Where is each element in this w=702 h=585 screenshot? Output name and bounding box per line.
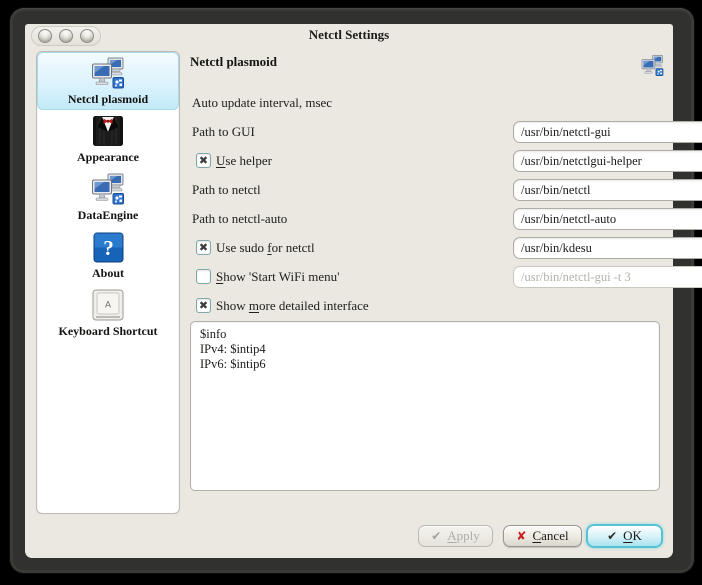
helper-path-input[interactable]: /usr/bin/netctlgui-helper <box>513 150 702 172</box>
sidebar-item-label: About <box>92 266 124 281</box>
cancel-button[interactable]: ✘ Cancel <box>503 525 582 547</box>
dialog-content: Netctl Settings Netctl plasmoid <box>25 24 673 558</box>
checkbox-label: Show 'Start WiFi menu' <box>216 266 339 288</box>
page-title: Netctl plasmoid <box>190 54 277 70</box>
form-row-path-netctl-auto: Path to netctl-auto /usr/bin/netctl-auto… <box>190 208 662 230</box>
checkbox-label: Use helper <box>216 150 272 172</box>
show-wifi-menu-checkbox[interactable]: ✖ <box>196 269 211 284</box>
form-row-detailed-interface: ✖ Show more detailed interface <box>190 295 662 317</box>
sidebar-item-keyboard-shortcut[interactable]: A Keyboard Shortcut <box>37 284 179 342</box>
sidebar-item-label: Keyboard Shortcut <box>59 324 158 339</box>
sidebar-item-label: Appearance <box>77 150 139 165</box>
checkbox-label: Show more detailed interface <box>216 295 369 317</box>
interface-template-textarea[interactable]: $info IPv4: $intip4 IPv6: $intip6 <box>190 321 660 491</box>
wifi-command-input: /usr/bin/netctl-gui -t 3 <box>513 266 702 288</box>
red-x-icon: ✘ <box>516 529 526 543</box>
dialog-window: Netctl Settings Netctl plasmoid <box>10 8 694 573</box>
svg-text:A: A <box>105 300 111 310</box>
titlebar[interactable]: Netctl Settings <box>25 24 673 48</box>
use-sudo-checkbox[interactable]: ✖ <box>196 240 211 255</box>
path-to-gui-input[interactable]: /usr/bin/netctl-gui <box>513 121 702 143</box>
network-computers-icon <box>90 171 126 207</box>
keyboard-key-icon: A <box>90 287 126 323</box>
netctl-auto-path-input[interactable]: /usr/bin/netctl-auto <box>513 208 702 230</box>
checkmark-icon: ✔ <box>607 529 617 543</box>
sudo-path-input[interactable]: /usr/bin/kdesu <box>513 237 702 259</box>
form-row-use-helper: ✖ Use helper /usr/bin/netctlgui-helper B… <box>190 150 662 172</box>
window-title: Netctl Settings <box>25 27 673 43</box>
checkbox-label: Use sudo for netctl <box>216 237 315 259</box>
show-detailed-checkbox[interactable]: ✖ <box>196 298 211 313</box>
field-label: Auto update interval, msec <box>192 92 332 114</box>
apply-button: ✔ Apply <box>418 525 493 547</box>
svg-text:?: ? <box>103 236 114 260</box>
netctl-path-input[interactable]: /usr/bin/netctl <box>513 179 702 201</box>
settings-category-list: Netctl plasmoid Appearance <box>36 51 180 514</box>
sidebar-item-label: DataEngine <box>78 208 139 223</box>
field-label: Path to GUI <box>192 121 255 143</box>
sidebar-item-dataengine[interactable]: DataEngine <box>37 168 179 226</box>
form-row-wifi-menu: ✖ Show 'Start WiFi menu' /usr/bin/netctl… <box>190 266 662 288</box>
form-row-auto-update: Auto update interval, msec 1000 ▲ ▼ <box>190 92 662 114</box>
field-label: Path to netctl-auto <box>192 208 287 230</box>
form-row-path-gui: Path to GUI /usr/bin/netctl-gui Browse <box>190 121 662 143</box>
use-helper-checkbox[interactable]: ✖ <box>196 153 211 168</box>
question-mark-icon: ? <box>90 229 126 265</box>
sidebar-item-about[interactable]: ? About <box>37 226 179 284</box>
network-computers-icon <box>90 55 126 91</box>
sidebar-item-netctl-plasmoid[interactable]: Netctl plasmoid <box>37 52 179 110</box>
network-computers-icon <box>641 54 664 77</box>
sidebar-item-label: Netctl plasmoid <box>68 92 148 107</box>
checkmark-icon: ✔ <box>431 529 441 543</box>
sidebar-item-appearance[interactable]: Appearance <box>37 110 179 168</box>
form-row-use-sudo: ✖ Use sudo for netctl /usr/bin/kdesu Bro… <box>190 237 662 259</box>
ok-button[interactable]: ✔ OK <box>586 524 663 548</box>
form-row-path-netctl: Path to netctl /usr/bin/netctl Browse <box>190 179 662 201</box>
tuxedo-icon <box>90 113 126 149</box>
field-label: Path to netctl <box>192 179 261 201</box>
